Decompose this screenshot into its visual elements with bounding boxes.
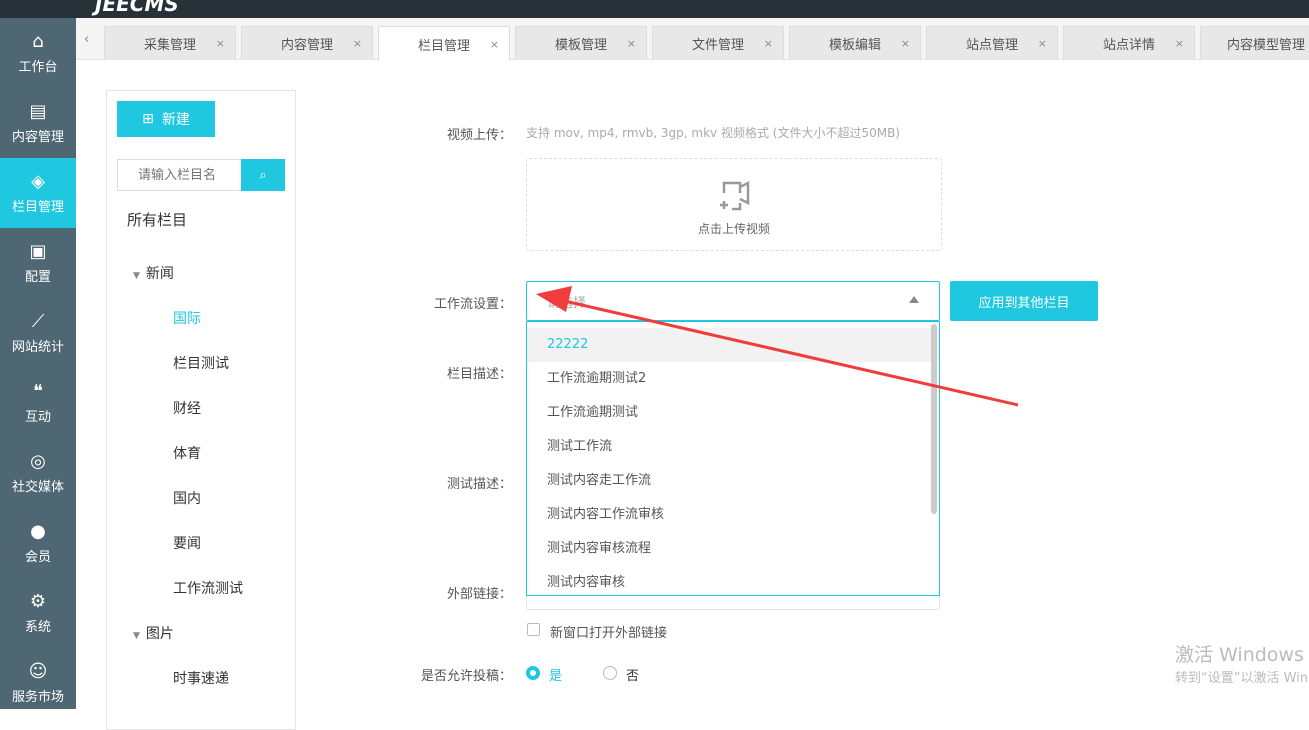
- tree-node[interactable]: 栏目测试: [173, 353, 229, 373]
- activation-watermark-subtitle: 转到“设置”以激活 Windows。: [1175, 671, 1309, 686]
- tree-node[interactable]: 国际: [173, 308, 201, 328]
- close-icon[interactable]: ×: [353, 37, 362, 50]
- tree-node[interactable]: ▼ 新闻: [133, 263, 174, 283]
- close-icon[interactable]: ×: [901, 37, 910, 50]
- tab-8[interactable]: 内容模型管理×: [1200, 26, 1309, 60]
- tab-bar: ‹ 采集管理 × 内容管理 × 栏目管理 × 模板管理 × 文件管理 × 模板编辑 × 站点管理 × 站点详…: [76, 18, 1309, 61]
- radio-yes[interactable]: [526, 666, 540, 680]
- tree-node[interactable]: 国内: [173, 488, 201, 508]
- activation-watermark-title: 激活 Windows: [1175, 644, 1304, 666]
- search-button[interactable]: ⌕: [241, 159, 285, 191]
- new-window-label: 新窗口打开外部链接: [550, 626, 668, 641]
- sidebar-item-2[interactable]: ◈ 栏目管理: [0, 158, 76, 228]
- sidebar-item-9[interactable]: ☺ 服务市场: [0, 648, 76, 718]
- column-search-input[interactable]: [117, 159, 241, 191]
- tab-4[interactable]: 文件管理 ×: [652, 26, 784, 60]
- tab-scroll-left-icon[interactable]: ‹: [84, 32, 89, 47]
- sidebar-item-7[interactable]: ● 会员: [0, 508, 76, 578]
- layers-icon: ◈: [31, 170, 45, 192]
- tree-root[interactable]: 所有栏目: [127, 209, 187, 230]
- external-link-label: 外部链接：: [446, 587, 512, 602]
- video-add-icon: [720, 180, 750, 211]
- video-upload-hint: 支持 mov, mp4, rmvb, 3gp, mkv 视频格式 (文件大小不超…: [526, 126, 900, 140]
- sidebar-item-0[interactable]: ⌂ 工作台: [0, 18, 76, 88]
- tree-node[interactable]: ▼ 图片: [133, 623, 174, 643]
- apply-to-other-columns-button[interactable]: 应用到其他栏目: [950, 281, 1098, 321]
- user-icon: ●: [30, 520, 46, 542]
- video-upload-label: 视频上传：: [446, 128, 512, 143]
- target-icon: ◎: [30, 450, 46, 472]
- close-icon[interactable]: ×: [1038, 37, 1047, 50]
- sidebar-item-5[interactable]: ❝ 互动: [0, 368, 76, 438]
- tab-3[interactable]: 模板管理 ×: [515, 26, 647, 60]
- tab-7[interactable]: 站点详情 ×: [1063, 26, 1195, 60]
- workflow-label: 工作流设置：: [433, 297, 512, 312]
- new-window-checkbox[interactable]: [527, 623, 540, 636]
- column-description-label: 栏目描述：: [446, 367, 512, 382]
- close-icon[interactable]: ×: [216, 37, 225, 50]
- video-upload-area[interactable]: 点击上传视频: [526, 158, 942, 251]
- test-description-label: 测试描述：: [446, 477, 512, 492]
- workflow-option[interactable]: 测试工作流: [527, 430, 939, 464]
- sidebar: ⌂ 工作台 ▤ 内容管理 ◈ 栏目管理 ▣ 配置 ⟋ 网站统计 ❝ 互动 ◎ 社交媒体 ● 会员 ⚙ 系统 ☺ 服务市…: [0, 18, 76, 709]
- radio-no[interactable]: [603, 666, 617, 680]
- chat-icon: ❝: [33, 380, 43, 402]
- search-icon: ⌕: [259, 167, 267, 183]
- workflow-option[interactable]: 工作流逾期测试: [527, 396, 939, 430]
- top-bar: JEECMS: [0, 0, 1309, 18]
- sidebar-item-6[interactable]: ◎ 社交媒体: [0, 438, 76, 508]
- caret-down-icon: ▼: [133, 271, 140, 281]
- external-link-input[interactable]: [526, 596, 940, 610]
- box-icon: ▣: [29, 240, 47, 262]
- tab-1[interactable]: 内容管理 ×: [241, 26, 373, 60]
- column-tree-panel: ⊞新建 ⌕ 所有栏目 ▼新闻国际栏目测试财经体育国内要闻工作流测试 ▼图片时事速递: [106, 90, 296, 730]
- tree-node[interactable]: 工作流测试: [173, 578, 243, 598]
- tab-2[interactable]: 栏目管理 ×: [378, 26, 510, 61]
- caret-down-icon: ▼: [133, 631, 140, 641]
- close-icon[interactable]: ×: [764, 37, 773, 50]
- service-icon: ☺: [28, 660, 48, 682]
- tab-0[interactable]: 采集管理 ×: [104, 26, 236, 60]
- workflow-option[interactable]: 测试内容审核: [527, 566, 939, 595]
- caret-up-icon: [909, 296, 919, 303]
- home-icon: ⌂: [32, 30, 44, 52]
- tab-6[interactable]: 站点管理 ×: [926, 26, 1058, 60]
- workflow-dropdown: 22222 工作流逾期测试2 工作流逾期测试 测试工作流 测试内容走工作流 测试内容工作流…: [526, 321, 940, 596]
- allow-submission-label: 是否允许投稿：: [420, 669, 512, 684]
- workflow-select[interactable]: 请选择: [526, 281, 940, 321]
- radio-no-label: 否: [626, 669, 640, 684]
- close-icon[interactable]: ×: [627, 37, 636, 50]
- radio-yes-label: 是: [549, 669, 563, 684]
- sidebar-item-3[interactable]: ▣ 配置: [0, 228, 76, 298]
- sidebar-item-4[interactable]: ⟋ 网站统计: [0, 298, 76, 368]
- scrollbar[interactable]: [931, 324, 937, 514]
- document-icon: ▤: [29, 100, 47, 122]
- chart-icon: ⟋: [31, 310, 45, 332]
- workflow-option[interactable]: 工作流逾期测试2: [527, 362, 939, 396]
- new-button[interactable]: ⊞ 新建: [117, 101, 215, 137]
- tree-node[interactable]: 时事速递: [173, 668, 229, 688]
- logo: JEECMS: [95, 0, 179, 16]
- close-icon[interactable]: ×: [1175, 37, 1184, 50]
- workflow-option[interactable]: 22222: [527, 328, 939, 362]
- tree-node[interactable]: 体育: [173, 443, 201, 463]
- tree-node[interactable]: 要闻: [173, 533, 201, 553]
- sidebar-item-1[interactable]: ▤ 内容管理: [0, 88, 76, 158]
- tab-5[interactable]: 模板编辑 ×: [789, 26, 921, 60]
- tree-node[interactable]: 财经: [173, 398, 201, 418]
- sidebar-item-8[interactable]: ⚙ 系统: [0, 578, 76, 648]
- plus-icon: ⊞: [142, 111, 154, 127]
- gear-icon: ⚙: [29, 590, 47, 612]
- workflow-option[interactable]: 测试内容工作流审核: [527, 498, 939, 532]
- workflow-option[interactable]: 测试内容走工作流: [527, 464, 939, 498]
- workflow-option[interactable]: 测试内容审核流程: [527, 532, 939, 566]
- close-icon[interactable]: ×: [490, 38, 499, 51]
